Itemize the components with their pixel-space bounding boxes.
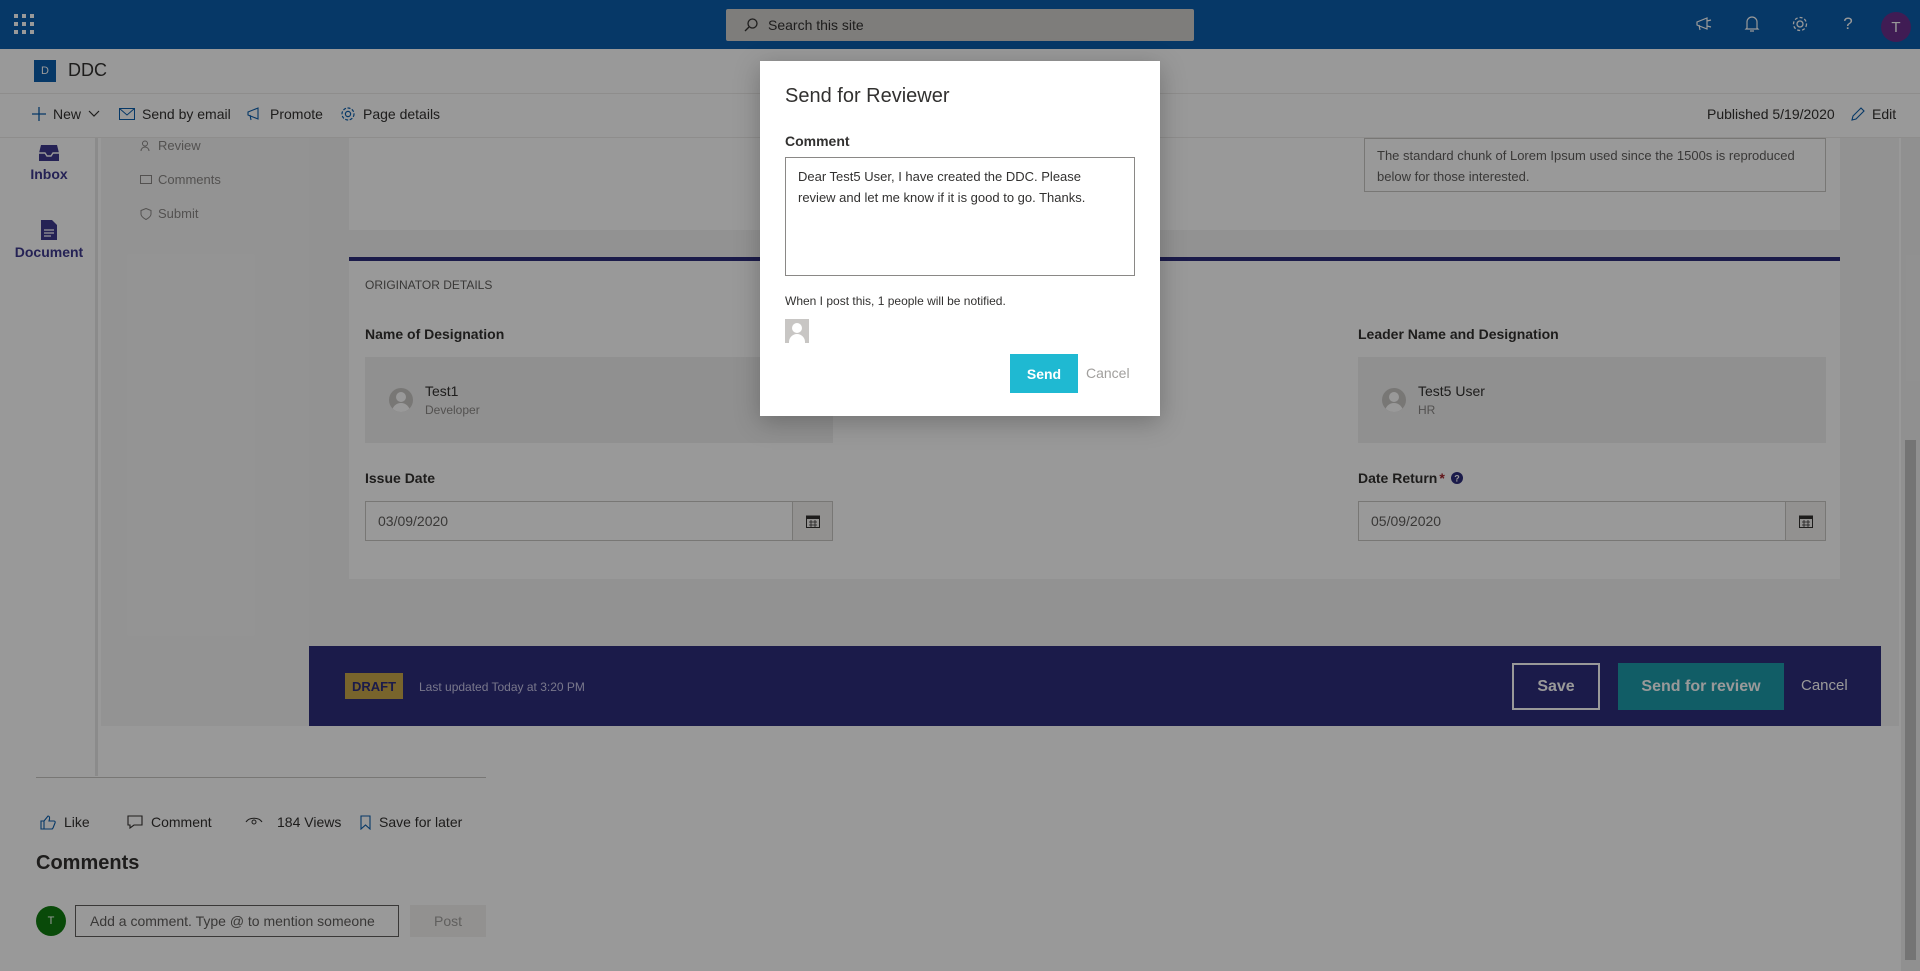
comment-field-label: Comment xyxy=(785,133,850,149)
send-button[interactable]: Send xyxy=(1010,354,1078,393)
send-for-reviewer-dialog: Send for Reviewer Comment Dear Test5 Use… xyxy=(760,61,1160,416)
notified-person-avatar xyxy=(785,319,809,343)
notify-text: When I post this, 1 people will be notif… xyxy=(785,294,1006,308)
comment-textarea[interactable]: Dear Test5 User, I have created the DDC.… xyxy=(785,157,1135,276)
dialog-title: Send for Reviewer xyxy=(785,85,950,107)
dialog-cancel-button[interactable]: Cancel xyxy=(1086,365,1130,381)
